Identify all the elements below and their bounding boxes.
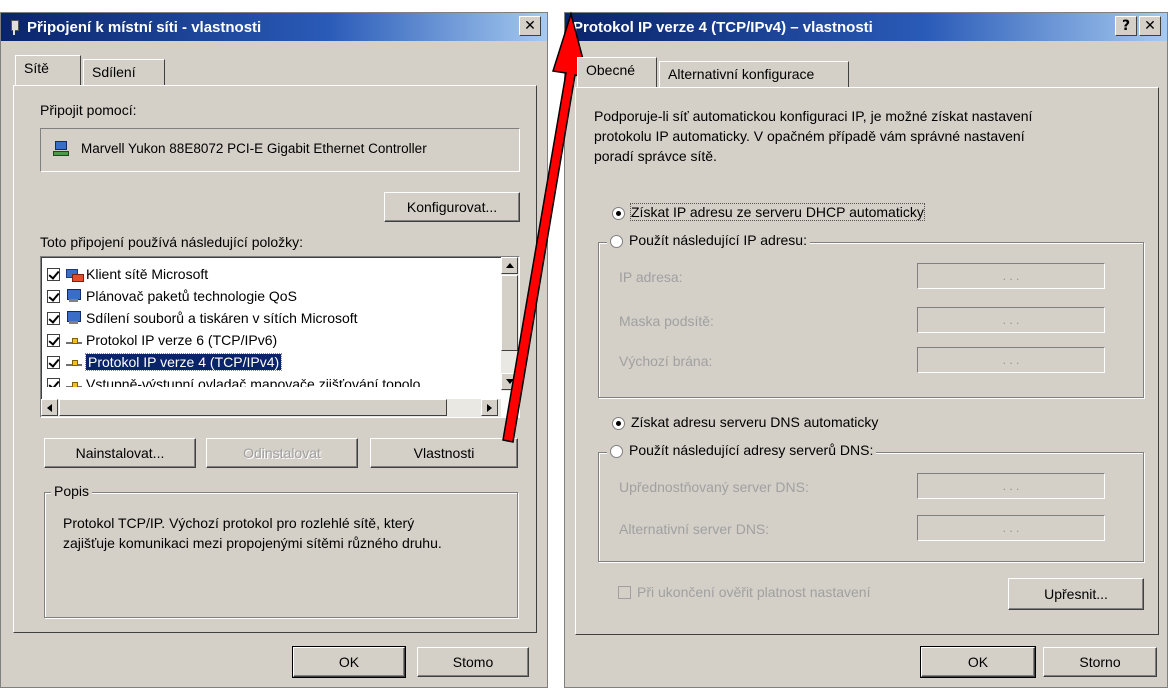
scroll-down-button[interactable] <box>501 373 518 390</box>
left-close-button[interactable]: ✕ <box>519 16 541 36</box>
right-dialog-title: Protokol IP verze 4 (TCP/IPv4) – vlastno… <box>573 18 873 36</box>
default-gateway-field[interactable]: . . . <box>917 347 1105 373</box>
right-dialog-titlebar[interactable]: Protokol IP verze 4 (TCP/IPv4) – vlastno… <box>565 13 1167 41</box>
tab-general[interactable]: Obecné <box>577 57 657 87</box>
arrow-up-icon <box>505 263 514 268</box>
close-icon: ✕ <box>524 18 536 34</box>
checkbox[interactable] <box>47 267 60 281</box>
subnet-mask-field[interactable]: . . . <box>917 307 1105 333</box>
left-tab-panel: Připojit pomocí: Marvell Yukon 88E8072 P… <box>13 85 537 633</box>
list-item[interactable]: Sdílení souborů a tiskáren v sítích Micr… <box>47 307 358 329</box>
list-item[interactable]: Klient sítě Microsoft <box>47 263 208 285</box>
ipv4-properties-dialog: Protokol IP verze 4 (TCP/IPv4) – vlastno… <box>564 12 1168 688</box>
ip-address-field[interactable]: . . . <box>917 263 1105 289</box>
scroll-thumb[interactable] <box>501 275 518 351</box>
computer-icon <box>66 289 82 303</box>
tab-sharing[interactable]: Sdílení <box>83 59 165 85</box>
description-text-line-2: zajišťuje komunikaci mezi propojenými sí… <box>63 535 442 551</box>
help-button[interactable]: ? <box>1115 16 1137 36</box>
scroll-up-button[interactable] <box>501 257 518 274</box>
components-list[interactable]: Klient sítě Microsoft Plánovač paketů te… <box>40 256 520 418</box>
adapter-box: Marvell Yukon 88E8072 PCI-E Gigabit Ethe… <box>40 128 520 172</box>
intro-line-3: poradí správce sítě. <box>594 148 717 164</box>
list-item[interactable]: Vstupně-výstupní ovladač mapovače zjišťo… <box>47 373 420 387</box>
network-client-icon <box>66 267 84 282</box>
scroll-left-button[interactable] <box>41 399 58 416</box>
description-group: Popis Protokol TCP/IP. Výchozí protokol … <box>44 483 518 618</box>
close-icon: ✕ <box>1144 18 1156 34</box>
arrow-down-icon <box>505 379 514 384</box>
intro-line-2: protokolu IP automaticky. V opačném příp… <box>594 128 1025 144</box>
radio-use-static-dns[interactable]: Použít následující adresy serverů DNS: <box>607 442 877 458</box>
radio-obtain-ip-auto[interactable]: Získat IP adresu ze serveru DHCP automat… <box>612 203 925 221</box>
list-item[interactable]: Plánovač paketů technologie QoS <box>47 285 297 307</box>
static-dns-group: Použít následující adresy serverů DNS: U… <box>598 442 1144 562</box>
list-item[interactable]: Protokol IP verze 6 (TCP/IPv6) <box>47 329 277 351</box>
left-dialog-title: Připojení k místní síti - vlastnosti <box>27 18 262 36</box>
network-plug-icon <box>9 19 19 35</box>
protocol-icon <box>66 377 82 387</box>
checkbox[interactable] <box>47 355 60 369</box>
help-icon: ? <box>1121 18 1131 34</box>
alternate-dns-label: Alternativní server DNS: <box>619 521 770 537</box>
preferred-dns-label: Upřednostňovaný server DNS: <box>619 479 809 495</box>
checkbox[interactable] <box>47 289 60 303</box>
radio-button[interactable] <box>612 206 625 220</box>
install-button[interactable]: Nainstalovat... <box>44 438 196 468</box>
connect-using-label: Připojit pomocí: <box>40 102 137 118</box>
default-gateway-label: Výchozí brána: <box>619 353 713 369</box>
scroll-h-thumb[interactable] <box>59 399 447 416</box>
advanced-button[interactable]: Upřesnit... <box>1008 578 1144 610</box>
scroll-right-button[interactable] <box>481 399 498 416</box>
checkbox[interactable] <box>47 311 60 325</box>
radio-button[interactable] <box>610 234 623 248</box>
arrow-right-icon <box>487 403 492 412</box>
intro-line-1: Podporuje-li síť automatickou konfigurac… <box>594 108 1033 124</box>
configure-button[interactable]: Konfigurovat... <box>384 192 520 222</box>
right-close-button[interactable]: ✕ <box>1139 16 1161 36</box>
tab-site[interactable]: Sítě <box>15 55 81 85</box>
network-adapter-icon <box>53 141 71 157</box>
uninstall-button[interactable]: Odinstalovat <box>206 438 358 468</box>
radio-button[interactable] <box>612 416 625 430</box>
validate-settings-checkbox[interactable]: Při ukončení ověřit platnost nastavení <box>618 584 870 600</box>
list-vertical-scrollbar[interactable] <box>501 257 519 391</box>
computer-icon <box>66 311 82 325</box>
right-ok-button[interactable]: OK <box>920 646 1036 678</box>
description-group-label: Popis <box>51 483 93 499</box>
protocol-icon <box>66 355 82 369</box>
local-area-connection-properties-dialog: Připojení k místní síti - vlastnosti ✕ S… <box>0 12 548 688</box>
properties-button[interactable]: Vlastnosti <box>370 438 518 468</box>
preferred-dns-field[interactable]: . . . <box>917 473 1105 499</box>
adapter-name: Marvell Yukon 88E8072 PCI-E Gigabit Ethe… <box>81 141 427 156</box>
arrow-left-icon <box>47 403 52 412</box>
right-cancel-button[interactable]: Storno <box>1043 647 1157 677</box>
left-dialog-titlebar[interactable]: Připojení k místní síti - vlastnosti ✕ <box>1 13 547 41</box>
checkbox[interactable] <box>47 377 60 387</box>
alternate-dns-field[interactable]: . . . <box>917 515 1105 541</box>
right-tab-panel: Podporuje-li síť automatickou konfigurac… <box>575 87 1159 635</box>
items-label: Toto připojení používá následující polož… <box>40 234 304 250</box>
left-ok-button[interactable]: OK <box>292 646 406 678</box>
static-ip-group: Použít následující IP adresu: IP adresa:… <box>598 232 1144 398</box>
list-item-selected[interactable]: Protokol IP verze 4 (TCP/IPv4) <box>47 351 283 373</box>
radio-use-static-ip[interactable]: Použít následující IP adresu: <box>607 232 810 248</box>
description-text-line-1: Protokol TCP/IP. Výchozí protokol pro ro… <box>63 515 415 531</box>
radio-button[interactable] <box>610 444 623 458</box>
subnet-mask-label: Maska podsítě: <box>619 313 714 329</box>
list-horizontal-scrollbar[interactable] <box>41 399 501 417</box>
checkbox[interactable] <box>47 333 60 347</box>
tab-alternate-configuration[interactable]: Alternativní konfigurace <box>659 61 849 87</box>
radio-obtain-dns-auto[interactable]: Získat adresu serveru DNS automaticky <box>612 414 878 430</box>
ip-address-label: IP adresa: <box>619 269 683 285</box>
checkbox[interactable] <box>618 585 631 599</box>
protocol-icon <box>66 333 82 347</box>
left-cancel-button[interactable]: Stomo <box>417 647 529 677</box>
